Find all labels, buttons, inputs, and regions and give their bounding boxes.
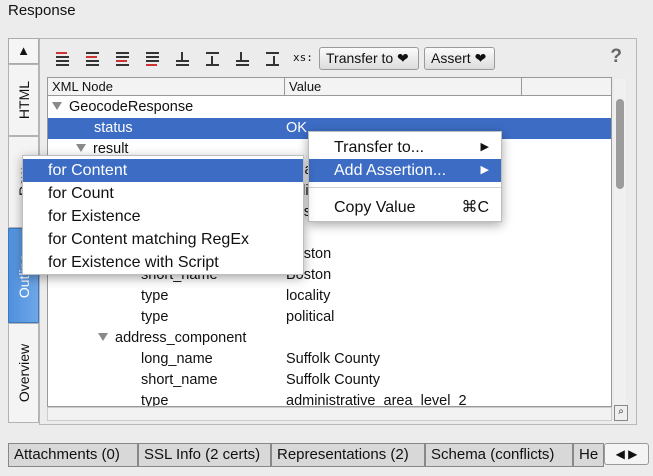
transfer-to-button[interactable]: Transfer to ❤ — [319, 47, 419, 70]
column-header-value[interactable]: Value — [285, 78, 522, 96]
tab-html[interactable]: HTML — [8, 64, 39, 136]
move-down-icon[interactable] — [173, 50, 191, 66]
submenu-arrow-icon: ▶ — [480, 141, 489, 153]
collapse-level-icon[interactable] — [113, 50, 131, 66]
menu-item-for-existence-script[interactable]: for Existence with Script — [23, 251, 303, 274]
expand-triangle-icon[interactable] — [52, 102, 62, 110]
xs-label[interactable]: xs: — [293, 51, 313, 64]
expand-triangle-icon[interactable] — [76, 144, 86, 152]
xml-node-cell: type — [141, 286, 168, 307]
menu-item-for-count[interactable]: for Count — [23, 182, 303, 205]
xml-node-cell: short_name — [141, 370, 218, 391]
xml-node-label: address_component — [115, 330, 247, 346]
xml-node-label: long_name — [141, 351, 213, 367]
help-icon[interactable]: ? — [610, 46, 622, 68]
xml-node-label: short_name — [141, 372, 218, 388]
table-row[interactable]: long_name Suffolk County — [48, 349, 611, 370]
tab-scroll-arrows-icon[interactable]: ◀ ▶ — [604, 443, 649, 465]
tab-overview-label: Overview — [15, 343, 32, 403]
vertical-scrollbar[interactable] — [614, 79, 626, 405]
table-row[interactable]: type locality — [48, 286, 611, 307]
move-up-icon[interactable] — [203, 50, 221, 66]
xml-node-label: type — [141, 309, 169, 325]
tab-schema[interactable]: Schema (conflicts) — [425, 443, 573, 467]
xml-node-cell: type — [141, 307, 168, 328]
value-cell: locality — [286, 288, 331, 304]
tab-overview[interactable]: Overview — [8, 323, 39, 423]
zoom-icon[interactable]: ⌕ — [614, 405, 628, 421]
horizontal-scrollbar[interactable] — [47, 407, 612, 421]
table-row[interactable]: type administrative_area_level_2 — [48, 391, 611, 407]
tab-headers[interactable]: He — [573, 443, 604, 467]
value-cell: Suffolk County — [286, 351, 381, 367]
assertion-submenu: for Content for Count for Existence for … — [22, 155, 304, 275]
menu-item-add-assertion[interactable]: Add Assertion... ▶ — [309, 159, 501, 182]
menu-item-label: Add Assertion... — [334, 162, 447, 179]
table-row[interactable]: type political — [48, 307, 611, 328]
xml-node-cell: type — [141, 391, 169, 407]
value-cell: Suffolk County — [286, 372, 381, 388]
align-down-icon[interactable] — [263, 50, 281, 66]
table-header: XML Node Value — [48, 78, 611, 96]
menu-item-for-content[interactable]: for Content — [23, 159, 303, 182]
scroll-thumb[interactable] — [616, 99, 624, 189]
expand-all-icon[interactable] — [83, 50, 101, 66]
toolbar: xs: Transfer to ❤ Assert ❤ ? — [40, 39, 636, 77]
assert-button[interactable]: Assert ❤ — [424, 47, 495, 70]
xml-node-label: type — [141, 288, 169, 304]
value-cell: administrative_area_level_2 — [286, 393, 467, 407]
table-row[interactable]: address_component — [48, 328, 611, 349]
menu-separator — [309, 187, 501, 188]
panel-title: Response — [8, 2, 76, 19]
xml-node-label: GeocodeResponse — [69, 99, 194, 115]
align-up-icon[interactable] — [233, 50, 251, 66]
xml-node-label: type — [141, 393, 169, 407]
collapse-arrow-icon[interactable]: ▲ — [8, 38, 39, 64]
tab-ssl-info[interactable]: SSL Info (2 certs) — [138, 443, 271, 467]
context-menu: Transfer to... ▶ Add Assertion... ▶ Copy… — [308, 131, 502, 222]
tab-representations[interactable]: Representations (2) — [271, 443, 425, 467]
menu-item-transfer-to[interactable]: Transfer to... ▶ — [309, 136, 501, 159]
xml-node-cell: GeocodeResponse — [52, 97, 193, 118]
shortcut-label: ⌘C — [461, 199, 489, 216]
xml-node-label: status — [94, 120, 133, 136]
bottom-tabs: Attachments (0) SSL Info (2 certs) Repre… — [8, 443, 653, 467]
value-cell: political — [286, 309, 335, 325]
menu-item-for-content-regex[interactable]: for Content matching RegEx — [23, 228, 303, 251]
expand-level-icon[interactable] — [143, 50, 161, 66]
menu-item-label: Copy Value — [334, 199, 416, 216]
xml-node-cell: status — [94, 118, 133, 139]
menu-item-for-existence[interactable]: for Existence — [23, 205, 303, 228]
submenu-arrow-icon: ▶ — [480, 164, 489, 176]
menu-item-copy-value[interactable]: Copy Value ⌘C — [309, 196, 501, 219]
menu-item-label: Transfer to... — [334, 139, 425, 156]
tab-html-label: HTML — [15, 80, 32, 120]
column-header-xml-node[interactable]: XML Node — [48, 78, 285, 96]
tab-attachments[interactable]: Attachments (0) — [8, 443, 138, 467]
table-row[interactable]: short_name Suffolk County — [48, 370, 611, 391]
xml-node-cell: long_name — [141, 349, 213, 370]
expand-triangle-icon[interactable] — [98, 333, 108, 341]
xml-node-cell: address_component — [98, 328, 246, 349]
table-row[interactable]: GeocodeResponse — [48, 97, 611, 118]
value-cell: OK — [286, 120, 307, 136]
column-header-extra[interactable] — [522, 78, 611, 96]
collapse-all-icon[interactable] — [53, 50, 71, 66]
